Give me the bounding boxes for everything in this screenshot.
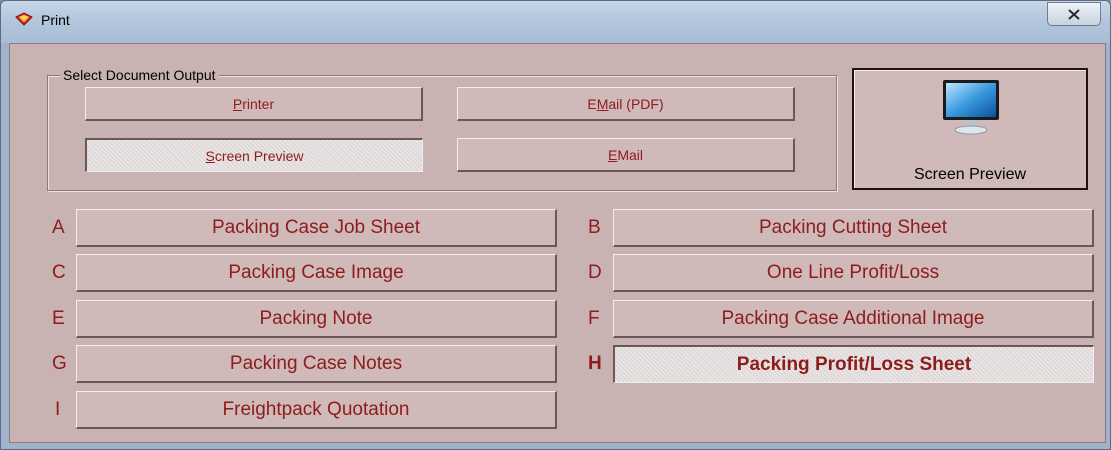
group-legend: Select Document Output (60, 67, 219, 83)
email-pdf-button[interactable]: E Mail (PDF) (457, 87, 795, 121)
screen-preview-option-button[interactable]: Screen Preview (85, 138, 423, 172)
screen-preview-label: Screen Preview (913, 166, 1027, 183)
report-button-one-line-profit-loss[interactable]: One Line Profit/Loss (613, 254, 1094, 292)
screen-preview-button[interactable]: Screen Preview (852, 68, 1088, 190)
report-button-packing-case-additional-image[interactable]: Packing Case Additional Image (613, 300, 1094, 338)
app-icon (15, 12, 33, 26)
report-button-packing-cutting-sheet[interactable]: Packing Cutting Sheet (613, 209, 1094, 247)
window-title: Print (41, 12, 70, 28)
report-button-freightpack-quotation[interactable]: Freightpack Quotation (76, 391, 557, 429)
report-letter-i: I (55, 399, 61, 420)
report-button-packing-profit-loss-sheet[interactable]: Packing Profit/Loss Sheet (613, 345, 1094, 383)
close-button[interactable] (1047, 2, 1101, 26)
printer-button[interactable]: Printer (85, 87, 423, 121)
report-letter-g: G (52, 353, 67, 374)
report-button-packing-case-image[interactable]: Packing Case Image (76, 254, 557, 292)
email-button[interactable]: E Mail (457, 138, 795, 172)
report-letter-a: A (52, 217, 65, 238)
report-letter-e: E (52, 308, 65, 329)
report-letter-b: B (588, 217, 601, 238)
close-icon (1068, 8, 1080, 20)
report-letter-f: F (588, 308, 600, 329)
report-button-packing-case-notes[interactable]: Packing Case Notes (76, 345, 557, 383)
monitor-icon (943, 80, 999, 135)
report-letter-d: D (588, 262, 602, 283)
print-dialog: Print Select Document Output Printer E M… (0, 0, 1111, 450)
title-bar: Print (1, 1, 1110, 43)
report-button-packing-note[interactable]: Packing Note (76, 300, 557, 338)
report-letter-c: C (52, 262, 66, 283)
report-letter-h: H (588, 353, 602, 374)
dialog-body: Select Document Output Printer E Mail (P… (9, 43, 1106, 443)
report-button-packing-case-job-sheet[interactable]: Packing Case Job Sheet (76, 209, 557, 247)
